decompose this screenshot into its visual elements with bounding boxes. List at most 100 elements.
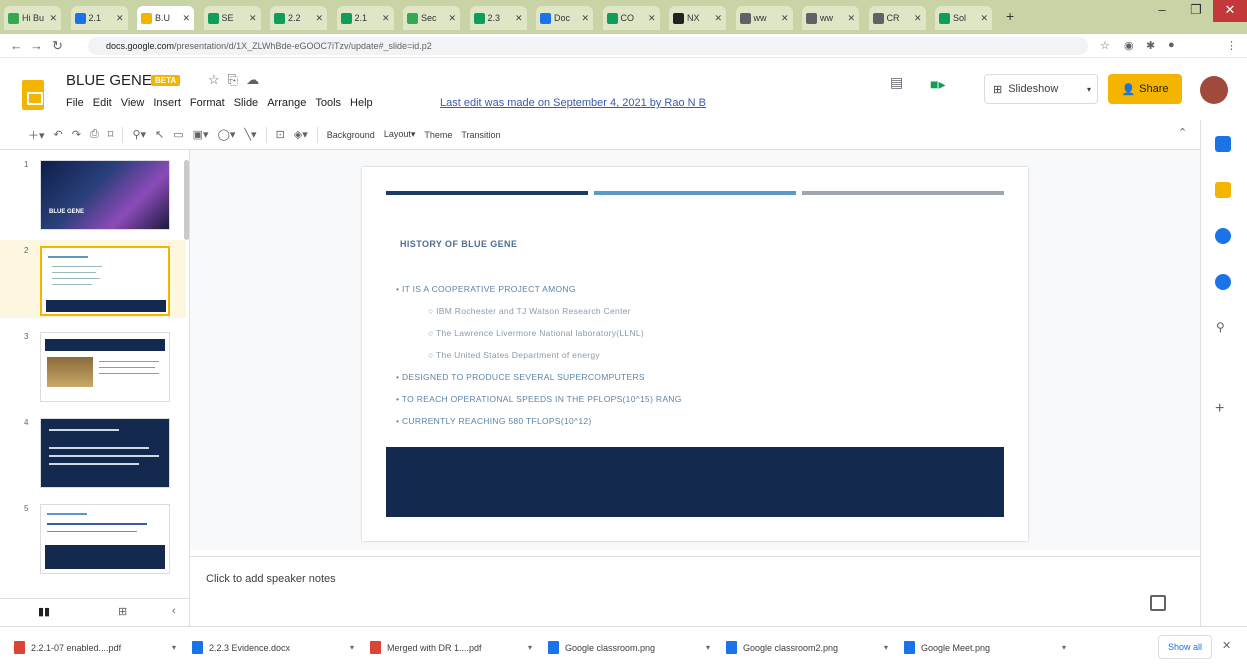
slide-thumb-3[interactable]: 3 xyxy=(0,326,186,404)
contacts-icon[interactable] xyxy=(1215,274,1231,290)
tab-close-icon[interactable]: ✕ xyxy=(581,13,589,24)
slide-thumb-2[interactable]: 2 xyxy=(0,240,186,318)
slides-logo-icon[interactable] xyxy=(22,80,44,110)
menu-help[interactable]: Help xyxy=(350,97,373,109)
collapse-panel-icon[interactable]: ‹ xyxy=(172,605,176,617)
puzzle-icon[interactable]: ✱ xyxy=(1146,39,1155,52)
tab-close-icon[interactable]: ✕ xyxy=(249,13,257,24)
maximize-icon[interactable]: ❐ xyxy=(1179,0,1213,22)
menu-arrange[interactable]: Arrange xyxy=(267,97,306,109)
shape-icon[interactable]: ◯▾ xyxy=(218,128,236,141)
redo-icon[interactable]: ↷ xyxy=(72,128,81,141)
menu-file[interactable]: File xyxy=(66,97,84,109)
tab-close-icon[interactable]: ✕ xyxy=(847,13,855,24)
theme-button[interactable]: Theme xyxy=(424,130,452,140)
last-edit-link[interactable]: Last edit was made on September 4, 2021 … xyxy=(440,97,706,109)
tab-close-icon[interactable]: ✕ xyxy=(648,13,656,24)
slide-thumb-1[interactable]: 1 BLUE GENE xyxy=(0,154,186,232)
forward-icon[interactable]: → xyxy=(30,38,43,53)
menu-insert[interactable]: Insert xyxy=(153,97,181,109)
tab-close-icon[interactable]: ✕ xyxy=(315,13,323,24)
chevron-down-icon[interactable]: ▾ xyxy=(706,643,710,652)
document-title[interactable]: BLUE GENE xyxy=(66,72,152,89)
browser-tab[interactable]: 2.1 ✕ xyxy=(70,6,128,30)
download-item[interactable]: Google classroom2.png ▾ xyxy=(726,641,904,654)
speaker-notes-placeholder[interactable]: Click to add speaker notes xyxy=(206,573,336,585)
tab-close-icon[interactable]: ✕ xyxy=(781,13,789,24)
slide-thumb-4[interactable]: 4 xyxy=(0,412,186,490)
menu-format[interactable]: Format xyxy=(190,97,225,109)
tab-close-icon[interactable]: ✕ xyxy=(714,13,722,24)
explore-icon[interactable] xyxy=(1150,595,1166,611)
avatar[interactable] xyxy=(1200,76,1228,104)
comment-icon[interactable]: ⊡ xyxy=(276,128,285,141)
new-tab-icon[interactable]: + xyxy=(1006,8,1014,24)
chevron-down-icon[interactable]: ▾ xyxy=(350,643,354,652)
download-item[interactable]: Google Meet.png ▾ xyxy=(904,641,1082,654)
move-folder-icon[interactable]: ⎘ xyxy=(228,72,246,87)
line-icon[interactable]: ╲▾ xyxy=(244,128,256,141)
tab-close-icon[interactable]: ✕ xyxy=(515,13,523,24)
textbox-icon[interactable]: ▭ xyxy=(173,128,183,141)
new-slide-icon[interactable]: ＋▾ xyxy=(28,127,45,143)
print-icon[interactable]: ⎙ xyxy=(90,128,99,141)
maps-icon[interactable]: ⚲ xyxy=(1216,320,1225,334)
show-all-button[interactable]: Show all xyxy=(1158,635,1213,659)
profile-icon[interactable]: ● xyxy=(1168,39,1175,51)
fill-color-icon[interactable]: ◈▾ xyxy=(294,128,308,141)
menu-edit[interactable]: Edit xyxy=(93,97,112,109)
tab-close-icon[interactable]: ✕ xyxy=(448,13,456,24)
zoom-icon[interactable]: ⚲▾ xyxy=(132,128,146,141)
tab-close-icon[interactable]: ✕ xyxy=(382,13,390,24)
chevron-down-icon[interactable]: ▾ xyxy=(884,643,888,652)
browser-tab[interactable]: CO ✕ xyxy=(602,6,660,30)
menu-slide[interactable]: Slide xyxy=(234,97,258,109)
browser-tab[interactable]: ww ✕ xyxy=(735,6,793,30)
browser-tab[interactable]: ww ✕ xyxy=(802,6,859,30)
meet-icon[interactable]: ■▸ xyxy=(930,76,945,93)
star-icon[interactable]: ☆ xyxy=(208,72,228,87)
browser-tab[interactable]: CR ✕ xyxy=(868,6,926,30)
add-addon-icon[interactable]: + xyxy=(1215,400,1224,418)
cloud-status-icon[interactable]: ☁ xyxy=(246,72,267,87)
browser-tab[interactable]: Sol ✕ xyxy=(935,6,992,30)
tab-close-icon[interactable]: ✕ xyxy=(116,13,124,24)
browser-menu-icon[interactable]: ⋮ xyxy=(1226,39,1237,52)
grid-view-icon[interactable]: ⊞ xyxy=(118,605,127,618)
chevron-down-icon[interactable]: ▾ xyxy=(1062,643,1066,652)
browser-tab[interactable]: Sec ✕ xyxy=(403,6,460,30)
paint-format-icon[interactable]: ⌑ xyxy=(108,128,114,141)
browser-tab[interactable]: 2.3 ✕ xyxy=(469,6,527,30)
close-window-icon[interactable]: ✕ xyxy=(1213,0,1247,22)
chevron-down-icon[interactable]: ▾ xyxy=(172,643,176,652)
image-icon[interactable]: ▣▾ xyxy=(193,128,209,141)
chevron-down-icon[interactable]: ▾ xyxy=(528,643,532,652)
calendar-icon[interactable] xyxy=(1215,136,1231,152)
share-button[interactable]: 👤 Share xyxy=(1108,74,1182,104)
keep-icon[interactable] xyxy=(1215,182,1231,198)
tab-close-icon[interactable]: ✕ xyxy=(914,13,922,24)
reload-icon[interactable]: ↻ xyxy=(52,38,63,54)
browser-tab[interactable]: NX ✕ xyxy=(669,6,726,30)
select-icon[interactable]: ↖ xyxy=(155,128,164,141)
background-button[interactable]: Background xyxy=(327,130,375,140)
browser-tab[interactable]: Doc ✕ xyxy=(536,6,593,30)
layout-button[interactable]: Layout▾ xyxy=(384,129,416,140)
filmstrip-scrollbar[interactable] xyxy=(184,160,189,240)
filmstrip-view-icon[interactable]: ▮▮ xyxy=(38,605,50,618)
browser-tab[interactable]: SE ✕ xyxy=(203,6,261,30)
bookmark-star-icon[interactable]: ☆ xyxy=(1100,39,1110,52)
slide-thumb-5[interactable]: 5 xyxy=(0,498,186,576)
browser-tab[interactable]: B.U ✕ xyxy=(137,6,194,30)
comments-icon[interactable]: ▤ xyxy=(890,74,903,91)
url-input[interactable]: docs.google.com/presentation/d/1X_ZLWhBd… xyxy=(88,37,1088,55)
tab-close-icon[interactable]: ✕ xyxy=(49,13,57,24)
download-item[interactable]: Merged with DR 1....pdf ▾ xyxy=(370,641,548,654)
close-icon[interactable]: ✕ xyxy=(1222,639,1231,652)
minimize-icon[interactable]: – xyxy=(1145,0,1179,22)
speaker-notes[interactable]: Click to add speaker notes › xyxy=(190,556,1210,622)
back-icon[interactable]: ← xyxy=(10,38,23,53)
tasks-icon[interactable] xyxy=(1215,228,1231,244)
chevron-down-icon[interactable]: ▾ xyxy=(1087,85,1091,94)
tab-close-icon[interactable]: ✕ xyxy=(182,13,190,24)
